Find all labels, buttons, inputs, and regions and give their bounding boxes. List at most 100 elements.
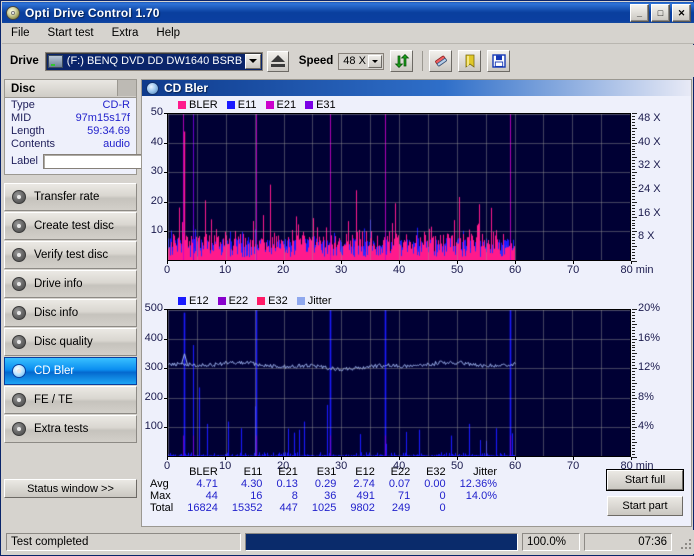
y2-tick: [632, 219, 635, 221]
y2-tick-label: 8 X: [638, 230, 655, 243]
y-tick: [164, 397, 167, 399]
eject-button[interactable]: [266, 50, 289, 72]
row-label-max: Max: [150, 490, 171, 502]
y2-tick: [632, 353, 637, 355]
y2-tick: [632, 344, 635, 346]
legend-label-e12: E12: [189, 294, 209, 307]
x-tick: [225, 261, 226, 264]
x-tick-label: 70: [567, 460, 580, 472]
disc-group-header: Disc: [5, 80, 136, 98]
y2-tick: [632, 139, 635, 141]
y2-tick-label: 48 X: [638, 111, 661, 124]
y2-tick: [632, 175, 635, 177]
bookmark-button[interactable]: [458, 50, 482, 72]
disc-icon: [11, 334, 28, 351]
nav-list: Transfer rate Create test disc Verify te…: [4, 183, 137, 444]
window-title: Opti Drive Control 1.70: [25, 5, 160, 20]
disc-length-value: 59:34.69: [87, 125, 130, 137]
sidebar-item-extra-tests[interactable]: Extra tests: [4, 415, 137, 443]
y2-tick-label: 12%: [638, 361, 661, 374]
y2-tick: [632, 118, 635, 120]
start-full-button[interactable]: Start full: [606, 469, 684, 491]
y2-tick: [632, 261, 637, 262]
disc-group-tab: [117, 80, 136, 96]
erase-button[interactable]: [429, 50, 453, 72]
legend-label-e11: E11: [237, 98, 257, 111]
sidebar-item-cd-bler[interactable]: CD Bler: [4, 357, 137, 385]
y2-tick: [632, 317, 635, 319]
x-tick-label: 80 min: [620, 264, 654, 276]
chevron-down-icon[interactable]: [244, 53, 261, 69]
x-tick: [341, 457, 342, 460]
y2-tick: [632, 454, 635, 456]
y2-tick: [632, 163, 635, 165]
y2-tick: [632, 255, 635, 257]
jitter-plot-area: [167, 309, 631, 457]
drive-select[interactable]: (F:) BENQ DVD DD DW1640 BSRB: [44, 51, 263, 71]
menu-item-extra[interactable]: Extra: [103, 25, 148, 41]
disc-row-length: Length 59:34.69: [5, 124, 136, 137]
y-tick-label: 40: [150, 135, 163, 148]
maximize-button[interactable]: □: [651, 4, 670, 22]
col-e32: E32: [426, 466, 446, 478]
legend-swatch-e31: [305, 100, 314, 109]
disc-mid-value: 97m15s17f: [75, 112, 130, 124]
cell-total-e21: 447: [279, 502, 298, 514]
start-part-button[interactable]: Start part: [607, 496, 683, 516]
menu-item-file[interactable]: File: [2, 25, 39, 41]
x-tick: [631, 457, 632, 460]
y2-tick: [632, 374, 635, 376]
disc-label-row: Label: [5, 150, 245, 170]
sidebar-item-disc-quality[interactable]: Disc quality: [4, 328, 137, 356]
menu-item-help[interactable]: Help: [147, 25, 189, 41]
cell-max-e12: 491: [356, 490, 375, 502]
col-e31: E31: [316, 466, 337, 478]
table-row: Max 44 16 8 36 491 71 0 14.0%: [150, 490, 497, 502]
menu-item-start-test[interactable]: Start test: [39, 25, 103, 41]
legend-swatch-bler: [178, 100, 186, 109]
drive-select-value: (F:) BENQ DVD DD DW1640 BSRB: [66, 55, 243, 67]
save-button[interactable]: [487, 50, 511, 72]
resize-grip-icon[interactable]: [677, 535, 691, 549]
sidebar-item-drive-info[interactable]: Drive info: [4, 270, 137, 298]
close-button[interactable]: ✕: [672, 4, 691, 22]
cell-avg-e32: 0.00: [424, 478, 446, 490]
bler-chart-legend: BLER E11 E21 E31: [178, 98, 339, 111]
cell-total-bler: 16824: [187, 502, 218, 514]
y2-tick: [632, 172, 637, 174]
status-window-button[interactable]: Status window >>: [4, 479, 137, 498]
y2-tick: [632, 127, 637, 129]
disc-row-type: Type CD-R: [5, 98, 136, 111]
y2-tick: [632, 436, 635, 438]
sidebar-item-fe-te[interactable]: FE / TE: [4, 386, 137, 414]
sidebar-item-disc-info[interactable]: Disc info: [4, 299, 137, 327]
legend-label-e31: E31: [316, 98, 336, 111]
chevron-down-icon[interactable]: [368, 54, 383, 68]
sidebar-item-create-test-disc[interactable]: Create test disc: [4, 212, 137, 240]
left-panel: Disc Type CD-R MID 97m15s17f Length 59:3…: [4, 79, 245, 527]
y2-tick: [632, 124, 635, 126]
refresh-button[interactable]: [390, 50, 414, 72]
sidebar-item-transfer-rate[interactable]: Transfer rate: [4, 183, 137, 211]
sidebar-item-verify-test-disc[interactable]: Verify test disc: [4, 241, 137, 269]
legend-swatch-jitter: [296, 296, 305, 305]
cell-max-e21: 8: [291, 490, 298, 502]
x-tick-label: 20: [277, 264, 290, 276]
row-label-avg: Avg: [150, 478, 169, 490]
eject-icon: [270, 55, 285, 67]
x-tick: [573, 457, 574, 460]
y2-tick: [632, 234, 635, 236]
y2-tick: [632, 403, 635, 405]
jitter-chart-legend: E12 E22 E32 Jitter: [178, 294, 335, 307]
y2-tick: [632, 377, 635, 379]
disc-icon: [11, 189, 28, 206]
y2-tick: [632, 151, 635, 153]
row-label-total: Total: [150, 502, 174, 514]
minimize-button[interactable]: _: [630, 4, 649, 22]
bookmark-icon: [465, 54, 475, 68]
x-tick: [283, 457, 284, 460]
disc-type-value: CD-R: [102, 99, 131, 111]
speed-select[interactable]: 48 X: [338, 52, 385, 70]
drive-icon: [47, 54, 63, 68]
y2-tick: [632, 433, 635, 435]
